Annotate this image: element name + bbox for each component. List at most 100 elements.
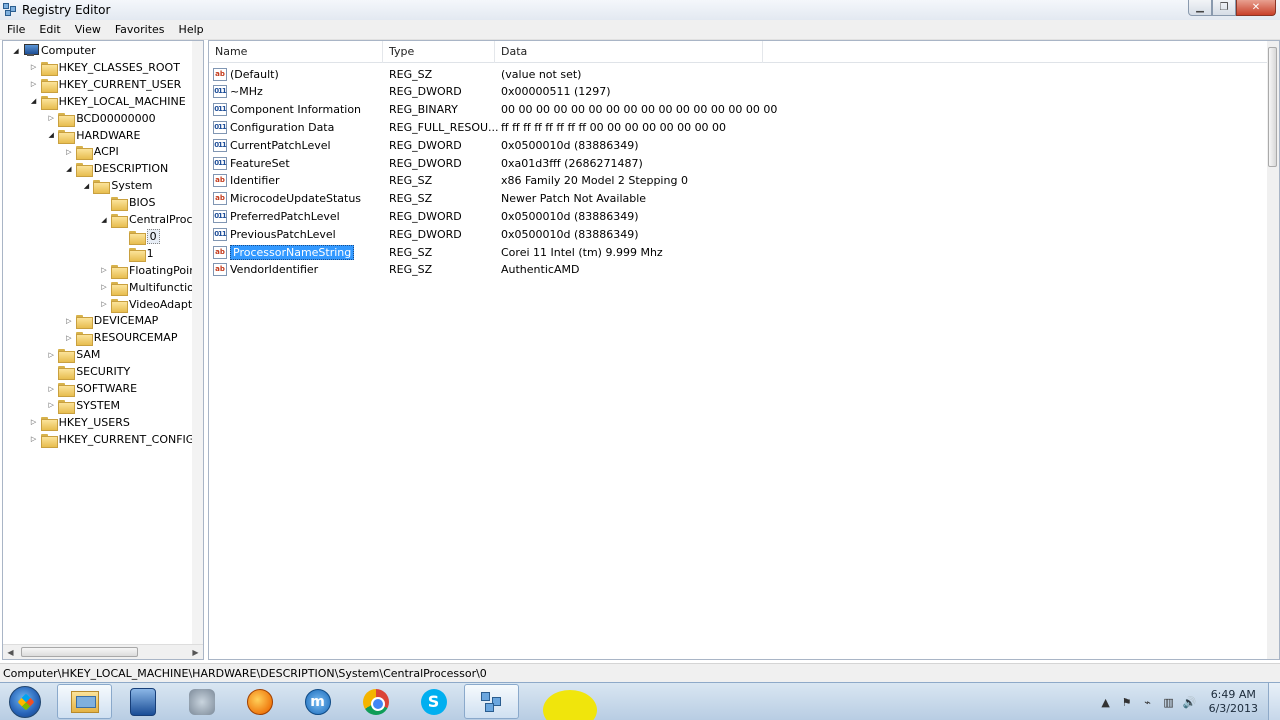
values-header: Name Type Data	[209, 41, 1269, 63]
menu-view[interactable]: View	[68, 23, 108, 36]
tree-vertical-scrollbar[interactable]	[192, 41, 203, 645]
value-row[interactable]: 011 PreviousPatchLevel REG_DWORD 0x0500010d…	[209, 225, 1269, 243]
show-desktop-button[interactable]	[1268, 683, 1280, 720]
scroll-left-icon[interactable]: ◀	[3, 645, 18, 659]
taskbar-button[interactable]	[57, 684, 112, 719]
tree-item-label: Computer	[41, 44, 96, 57]
taskbar-button[interactable]	[464, 684, 519, 719]
flag-icon[interactable]: ⚑	[1119, 694, 1135, 710]
expand-arrow-icon[interactable]: ▷	[64, 148, 74, 156]
value-type: REG_DWORD	[389, 227, 462, 241]
menu-help[interactable]: Help	[172, 23, 211, 36]
tree-item[interactable]: 1	[117, 245, 154, 262]
tree-item[interactable]: ▷ HKEY_CLASSES_ROOT	[29, 59, 180, 76]
collapse-arrow-icon[interactable]: ◢	[46, 131, 56, 139]
tree-item[interactable]: SECURITY	[46, 363, 131, 381]
value-row[interactable]: 011 Configuration Data REG_FULL_RESOU... ff…	[209, 118, 1269, 136]
tree-item[interactable]: ▷ HKEY_USERS	[29, 414, 130, 431]
maximize-button[interactable]: ❐	[1212, 0, 1236, 16]
value-row[interactable]: 011 ~MHz REG_DWORD 0x00000511 (1297)	[209, 83, 1269, 101]
column-header-name[interactable]: Name	[209, 41, 383, 63]
expand-arrow-icon[interactable]: ▷	[46, 114, 56, 122]
scroll-right-icon[interactable]: ▶	[188, 645, 203, 659]
folder-icon	[58, 129, 76, 144]
close-button[interactable]: ✕	[1236, 0, 1276, 16]
taskbar-button[interactable]: S	[406, 684, 461, 719]
expand-arrow-icon[interactable]: ▷	[29, 418, 39, 426]
tree-item[interactable]: ▷ RESOURCEMAP	[64, 329, 177, 347]
registry-tree-pane[interactable]: ◢ Computer ▷ HKEY_CLASSES_ROOT ▷ HKEY_CURRENT…	[2, 40, 204, 660]
tree-item[interactable]: ◢ System	[81, 177, 153, 195]
expand-arrow-icon[interactable]: ▷	[99, 300, 109, 308]
value-row[interactable]: ab MicrocodeUpdateStatus REG_SZ Newer Patch…	[209, 190, 1269, 208]
tree-item[interactable]: ▷ ACPI	[64, 143, 119, 161]
menu-file[interactable]: File	[0, 23, 32, 36]
value-row[interactable]: ab VendorIdentifier REG_SZ AuthenticAMD	[209, 261, 1269, 279]
tree-item[interactable]: ▷ BCD00000000	[46, 110, 156, 127]
expand-arrow-icon[interactable]: ▷	[46, 351, 56, 359]
expand-arrow-icon[interactable]: ▷	[29, 435, 39, 443]
value-row[interactable]: 011 PreferredPatchLevel REG_DWORD 0x0500010…	[209, 207, 1269, 225]
tree-item[interactable]: ◢ DESCRIPTION	[64, 160, 168, 178]
tree-item[interactable]: ◢ HARDWARE	[46, 127, 141, 144]
tree-item[interactable]: ▷ Multifunction	[99, 279, 193, 296]
taskbar-button[interactable]: m	[290, 684, 345, 719]
collapse-arrow-icon[interactable]: ◢	[29, 97, 39, 105]
clock[interactable]: 6:49 AM 6/3/2013	[1209, 688, 1258, 716]
tree-item[interactable]: ▷ SAM	[46, 346, 100, 364]
tree-item-label: System	[111, 179, 153, 193]
value-name: PreviousPatchLevel	[230, 227, 336, 241]
tree-item[interactable]: ▷ SOFTWARE	[46, 380, 137, 397]
expand-arrow-icon[interactable]: ▷	[64, 334, 74, 342]
menu-edit[interactable]: Edit	[32, 23, 67, 36]
expand-arrow-icon[interactable]: ▷	[99, 266, 109, 274]
collapse-arrow-icon[interactable]: ◢	[81, 182, 91, 190]
taskbar-button[interactable]	[115, 684, 170, 719]
expand-arrow-icon[interactable]: ▷	[46, 385, 56, 393]
taskbar-button[interactable]	[232, 684, 287, 719]
tree-horizontal-scrollbar[interactable]: ◀ ▶	[3, 644, 203, 659]
tree-item[interactable]: ▷ HKEY_CURRENT_USER	[29, 76, 181, 93]
column-header-type[interactable]: Type	[383, 41, 495, 63]
value-row[interactable]: ab ProcessorNameString REG_SZ Corei 11 Inte…	[209, 243, 1269, 261]
taskbar-button[interactable]	[348, 684, 403, 719]
expand-arrow-icon[interactable]: ▷	[64, 317, 74, 325]
value-row[interactable]: 011 FeatureSet REG_DWORD 0xa01d3fff (268627…	[209, 154, 1269, 172]
power-icon[interactable]: ⌁	[1140, 694, 1156, 710]
tree-item[interactable]: ▷ FloatingPointI	[99, 262, 193, 279]
value-row[interactable]: 011 Component Information REG_BINARY 00 00 …	[209, 101, 1269, 119]
collapse-arrow-icon[interactable]: ◢	[64, 165, 74, 173]
tree-item[interactable]: ▷ VideoAdapterI	[99, 296, 193, 313]
value-name: (Default)	[230, 67, 279, 81]
tree-item[interactable]: BIOS	[99, 194, 155, 212]
tree-item[interactable]: ◢ Computer	[11, 42, 96, 59]
expand-arrow-icon[interactable]: ▷	[29, 63, 39, 71]
minimize-button[interactable]: ▁	[1188, 0, 1212, 16]
value-row[interactable]: ab (Default) REG_SZ (value not set)	[209, 65, 1269, 83]
show-hidden-icons-icon[interactable]: ▲	[1098, 694, 1114, 710]
collapse-arrow-icon[interactable]: ◢	[99, 216, 109, 224]
taskbar-button[interactable]	[174, 684, 229, 719]
value-row[interactable]: 011 CurrentPatchLevel REG_DWORD 0x0500010d …	[209, 136, 1269, 154]
tree-scroll-thumb[interactable]	[21, 647, 138, 657]
tree-item[interactable]: ▷ HKEY_CURRENT_CONFIG	[29, 431, 193, 448]
tree-item-label: SECURITY	[76, 365, 131, 379]
column-header-data[interactable]: Data	[495, 41, 763, 63]
values-scroll-thumb[interactable]	[1268, 47, 1277, 167]
menu-favorites[interactable]: Favorites	[108, 23, 172, 36]
network-icon[interactable]: ▥	[1161, 694, 1177, 710]
registry-values-pane[interactable]: Name Type Data ab (Default) REG_SZ (value n…	[208, 40, 1280, 660]
tree-item[interactable]: ▷ SYSTEM	[46, 397, 120, 414]
start-button[interactable]	[2, 684, 48, 720]
volume-icon[interactable]: 🔊	[1182, 694, 1198, 710]
collapse-arrow-icon[interactable]: ◢	[11, 47, 21, 55]
expand-arrow-icon[interactable]: ▷	[46, 401, 56, 409]
value-row[interactable]: ab Identifier REG_SZ x86 Family 20 Model 2 …	[209, 172, 1269, 190]
expand-arrow-icon[interactable]: ▷	[29, 80, 39, 88]
tree-item[interactable]: ▷ DEVICEMAP	[64, 312, 158, 330]
expand-arrow-icon[interactable]: ▷	[99, 283, 109, 291]
values-vertical-scrollbar[interactable]	[1267, 41, 1279, 659]
tree-item[interactable]: ◢ HKEY_LOCAL_MACHINE	[29, 93, 186, 110]
tree-item[interactable]: ◢ CentralProces	[99, 211, 193, 228]
tree-item[interactable]: 0	[117, 228, 160, 245]
